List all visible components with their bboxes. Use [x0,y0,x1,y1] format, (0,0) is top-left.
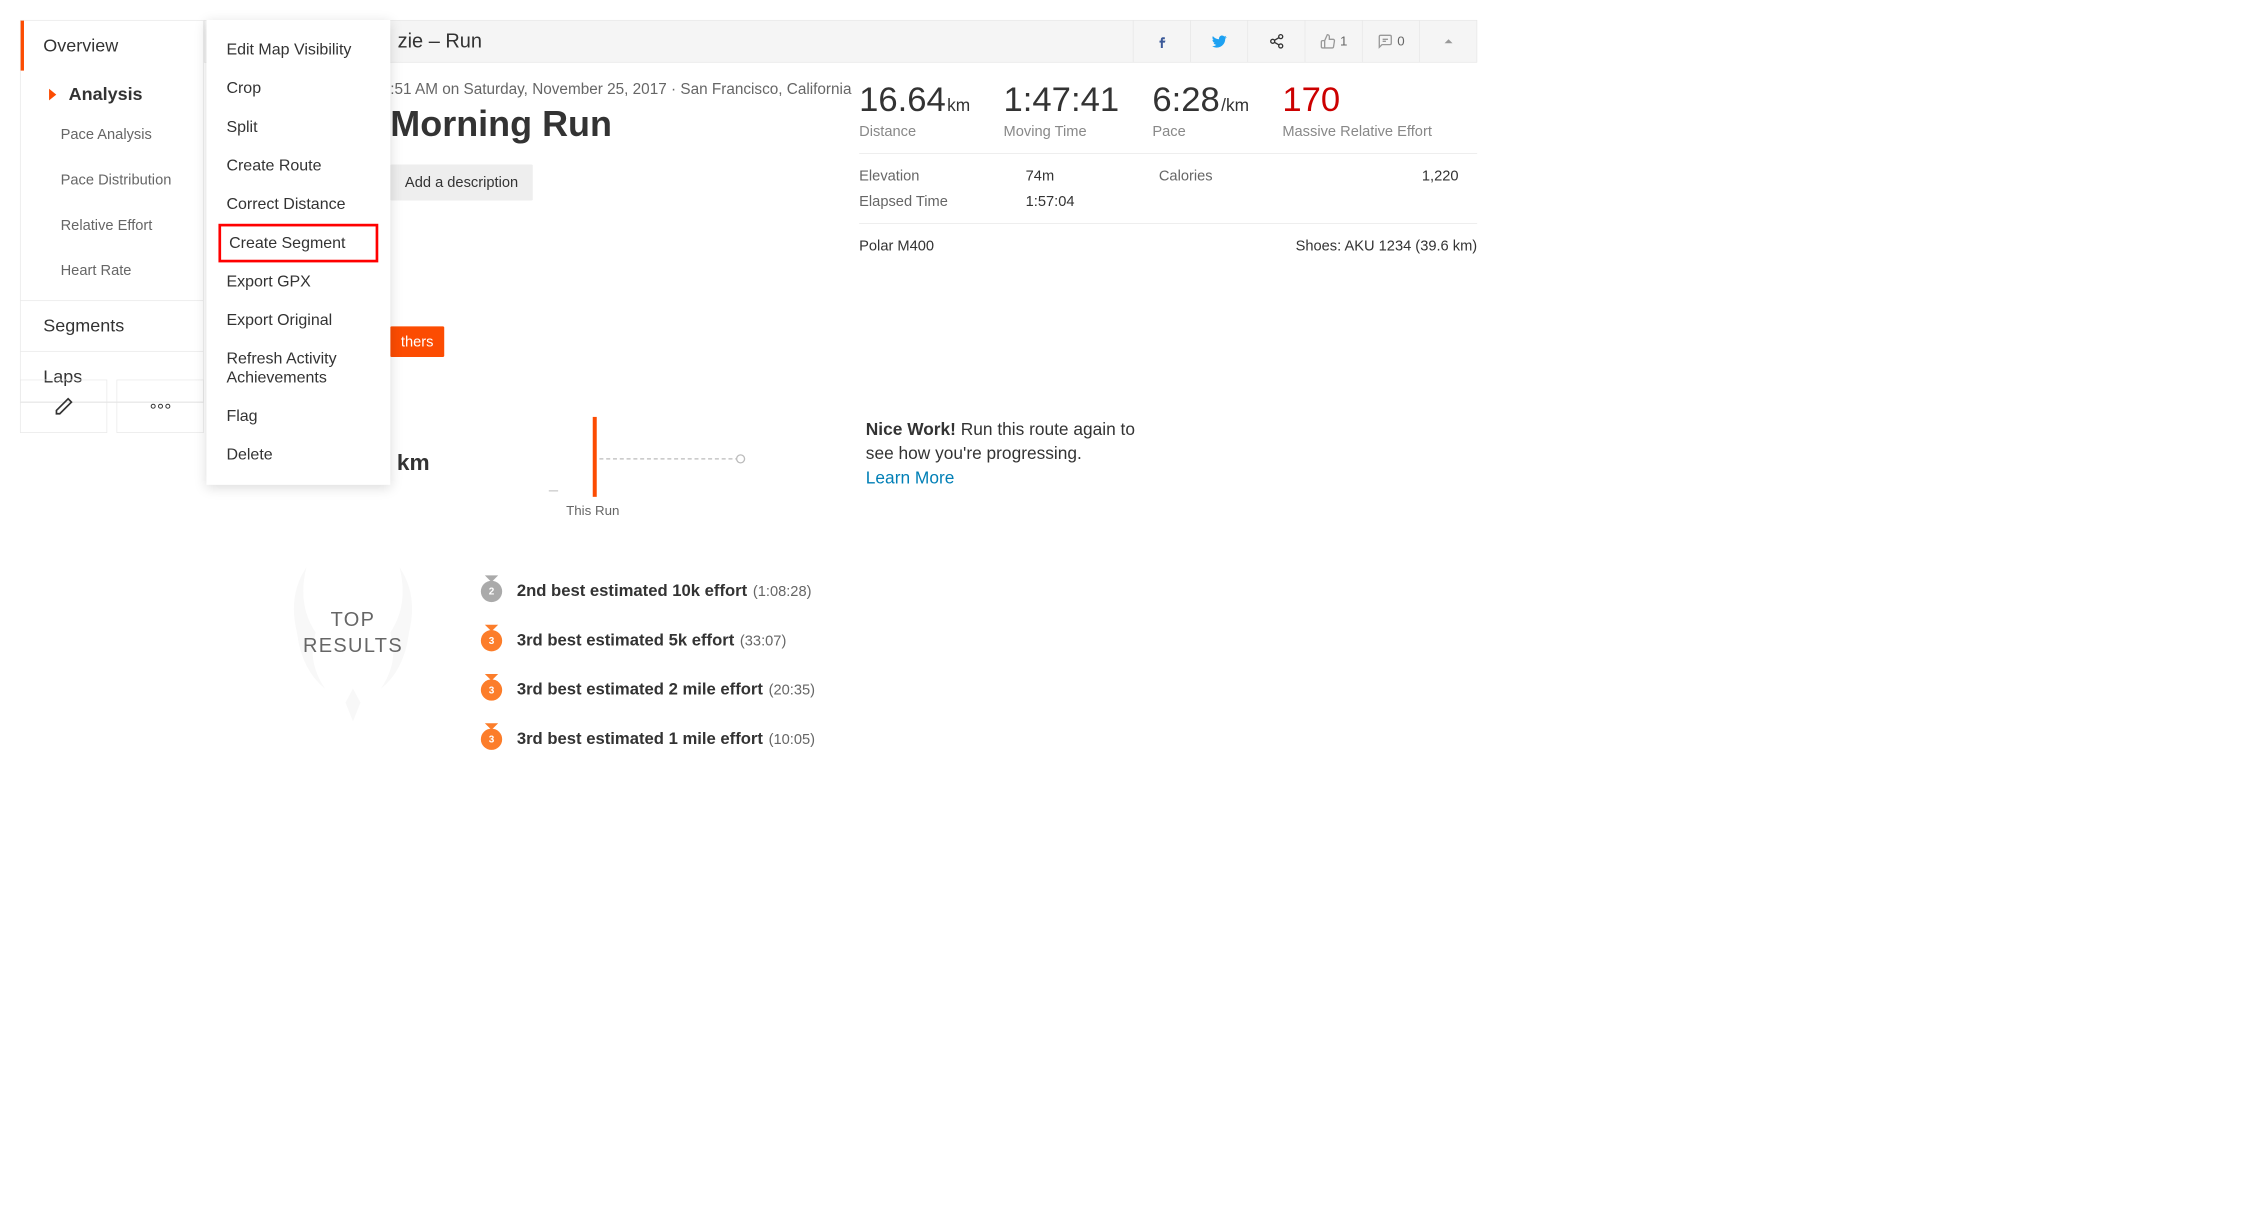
twitter-share[interactable] [1190,21,1247,62]
result-text: 3rd best estimated 2 mile effort [517,680,763,699]
ellipsis-icon [150,404,170,409]
top-results-heading-2: RESULTS [303,635,403,657]
wreath-badge: TOP RESULTS [260,539,446,725]
chevron-right-icon [43,86,60,103]
stat-distance-label: Distance [859,123,970,140]
nice-work-bold: Nice Work! [866,419,956,439]
stat-calories-label: Calories [1159,167,1326,184]
sidebar-pace-distribution[interactable]: Pace Distribution [61,165,181,196]
stat-relative-effort: 170 Massive Relative Effort [1282,80,1432,140]
comments-button[interactable]: 0 [1362,21,1419,62]
device-name: Polar M400 [859,237,934,254]
menu-export-original[interactable]: Export Original [206,301,390,340]
stat-elevation-label: Elevation [859,167,1026,184]
stats-panel: 16.64km Distance 1:47:41 Moving Time 6:2… [859,80,1477,268]
result-time: (10:05) [769,730,815,747]
comment-icon [1377,33,1393,49]
result-item: 3 3rd best estimated 1 mile effort (10:0… [480,714,1478,763]
sidebar-relative-effort[interactable]: Relative Effort [61,210,181,241]
menu-export-gpx[interactable]: Export GPX [206,262,390,301]
comparison-chart: This Run [553,410,773,510]
medal-icon: 3 [480,625,504,656]
result-text: 3rd best estimated 1 mile effort [517,729,763,748]
stat-moving-time: 1:47:41 Moving Time [1004,80,1120,140]
chart-this-run-line [593,417,597,497]
top-results: TOP RESULTS 2 2nd best estimated 10k effo… [226,539,1477,763]
learn-more-link[interactable]: Learn More [866,467,955,487]
menu-delete[interactable]: Delete [206,436,390,475]
sidebar-toolbar [20,380,204,433]
stat-moving-label: Moving Time [1004,123,1120,140]
result-text: 3rd best estimated 5k effort [517,630,734,649]
sidebar-segments[interactable]: Segments [21,301,203,351]
stat-distance-value: 16.64 [859,80,946,120]
result-item: 2 2nd best estimated 10k effort (1:08:28… [480,566,1478,615]
stat-pace-label: Pace [1152,123,1249,140]
stat-distance-unit: km [947,95,970,115]
result-text: 2nd best estimated 10k effort [517,581,747,600]
stat-elapsed-value: 1:57:04 [1026,192,1159,209]
kudos-button[interactable]: 1 [1305,21,1362,62]
chart-tick [549,490,558,491]
result-time: (20:35) [769,681,815,698]
chart-dash [599,458,739,459]
medal-icon: 3 [480,674,504,705]
share-button[interactable] [1247,21,1304,62]
collapse-button[interactable] [1419,21,1476,62]
medal-icon: 2 [480,575,504,606]
stat-calories-value: 1,220 [1325,167,1458,184]
actions-menu: Edit Map Visibility Crop Split Create Ro… [206,20,390,485]
chevron-up-icon [1442,35,1454,47]
result-time: (1:08:28) [753,582,812,599]
menu-create-route[interactable]: Create Route [206,147,390,186]
thumbs-up-icon [1320,33,1336,49]
sidebar-overview[interactable]: Overview [21,21,203,71]
km-fragment: km [397,450,430,476]
stat-effort-value: 170 [1282,80,1340,120]
sidebar-heart-rate[interactable]: Heart Rate [61,255,181,286]
activity-header: zie – Run 1 0 [204,20,1477,63]
chart-label: This Run [566,503,619,518]
comment-count: 0 [1397,34,1404,49]
pencil-icon [54,396,74,416]
result-time: (33:07) [740,632,786,649]
menu-crop[interactable]: Crop [206,69,390,108]
nice-work-message: Nice Work! Run this route again to see h… [866,417,1146,490]
chart-marker [736,454,745,463]
menu-refresh-achievements[interactable]: Refresh Activity Achievements [206,340,390,397]
menu-edit-map-visibility[interactable]: Edit Map Visibility [206,31,390,70]
medal-icon: 3 [480,723,504,754]
stat-elapsed-label: Elapsed Time [859,192,1026,209]
sidebar-analysis-label: Analysis [69,84,143,105]
kudos-count: 1 [1340,34,1347,49]
share-icon [1268,33,1284,49]
twitter-icon [1210,33,1227,50]
stat-distance: 16.64km Distance [859,80,970,140]
sidebar-analysis[interactable]: Analysis [21,71,203,114]
stat-moving-value: 1:47:41 [1004,80,1120,120]
sidebar: Overview Analysis Pace Analysis Pace Dis… [20,20,204,403]
header-title-fragment: zie – Run [398,30,482,53]
sidebar-pace-analysis[interactable]: Pace Analysis [61,119,181,150]
more-button[interactable] [117,380,204,433]
result-item: 3 3rd best estimated 5k effort (33:07) [480,615,1478,664]
facebook-icon [1154,33,1170,49]
stat-effort-label: Massive Relative Effort [1282,123,1432,140]
result-item: 3 3rd best estimated 2 mile effort (20:3… [480,665,1478,714]
others-tag[interactable]: thers [390,326,444,357]
menu-correct-distance[interactable]: Correct Distance [206,185,390,224]
shoes-name: Shoes: AKU 1234 (39.6 km) [1296,237,1478,254]
menu-flag[interactable]: Flag [206,397,390,436]
stat-pace-value: 6:28 [1152,80,1219,120]
menu-split[interactable]: Split [206,108,390,147]
stat-pace-unit: /km [1221,95,1249,115]
top-results-heading-1: TOP [331,609,376,631]
stat-elevation-value: 74m [1026,167,1159,184]
facebook-share[interactable] [1133,21,1190,62]
menu-create-segment[interactable]: Create Segment [218,224,378,263]
stat-pace: 6:28/km Pace [1152,80,1249,140]
add-description-button[interactable]: Add a description [390,165,533,201]
edit-button[interactable] [20,380,107,433]
